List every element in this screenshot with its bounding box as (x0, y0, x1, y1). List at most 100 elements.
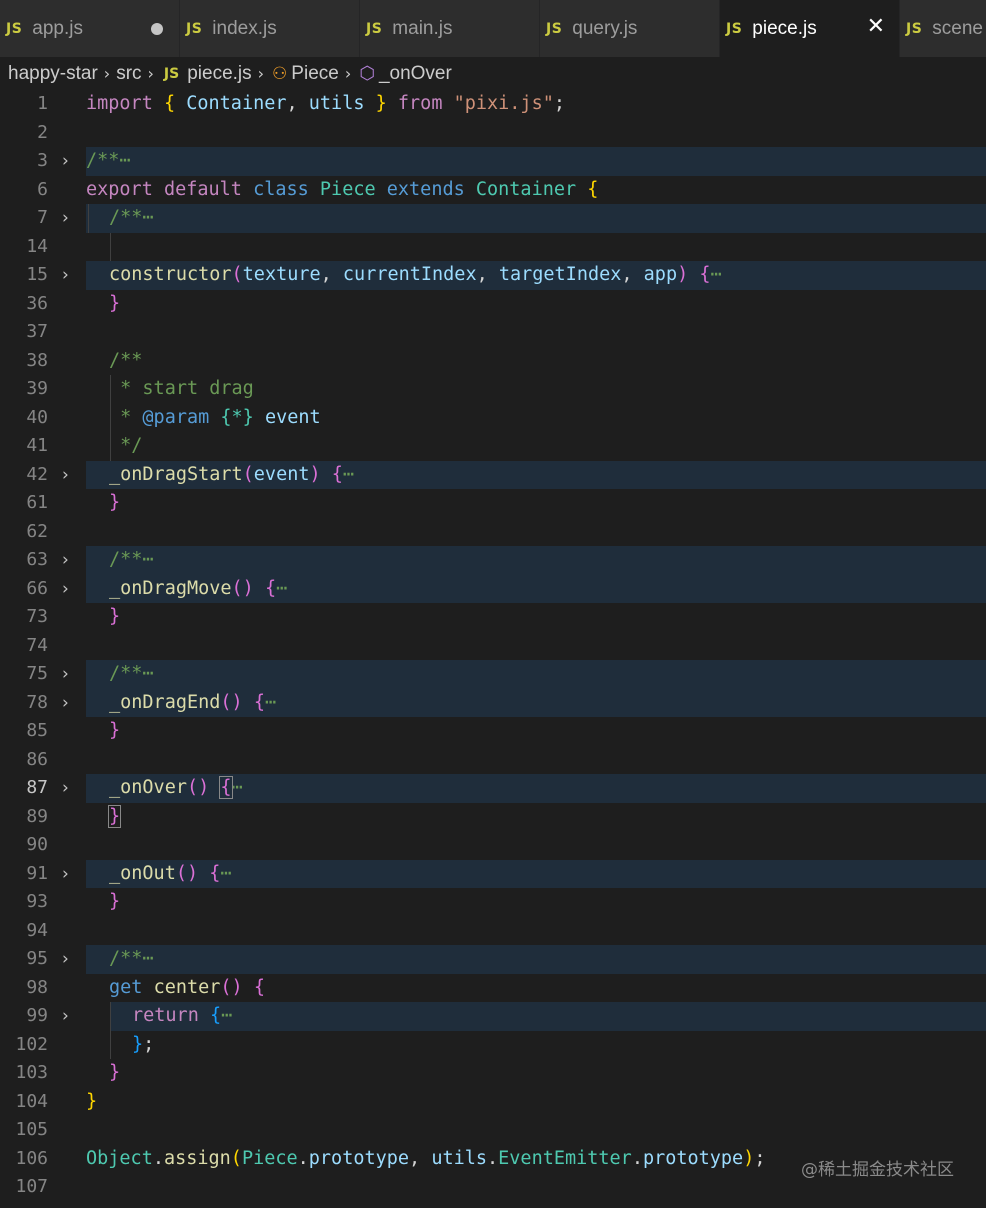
tab-main-js[interactable]: JS main.js (360, 0, 540, 57)
folded-region-highlight (86, 204, 986, 233)
tab-index-js[interactable]: JS index.js (180, 0, 360, 57)
keyword: class (253, 178, 309, 200)
keyword: return (132, 1005, 199, 1026)
code-line: 7 › /**⋯ (0, 204, 986, 233)
code-text[interactable]: } (107, 803, 122, 832)
tab-app-js[interactable]: JS app.js (0, 0, 180, 57)
code-text[interactable]: */ (109, 432, 142, 461)
chevron-right-icon[interactable]: › (62, 461, 69, 490)
editor-tab-bar: JS app.js JS index.js JS main.js JS quer… (0, 0, 986, 57)
parameter: texture (242, 264, 321, 285)
javascript-file-icon: JS (186, 20, 203, 37)
code-text[interactable]: _onOut() {⋯ (109, 860, 232, 889)
code-text[interactable]: /**⋯ (109, 546, 154, 575)
code-text[interactable]: /** (109, 347, 142, 376)
breadcrumb-class[interactable]: Piece (291, 63, 339, 85)
fold-ellipsis[interactable]: ⋯ (232, 777, 243, 798)
tab-piece-js[interactable]: JS piece.js ✕ (720, 0, 900, 57)
code-line: 14 (0, 232, 986, 261)
code-text[interactable]: get center() { (109, 974, 265, 1003)
fold-ellipsis[interactable]: ⋯ (220, 863, 231, 884)
line-number: 95 (26, 948, 48, 969)
javascript-file-icon: JS (163, 65, 180, 82)
chevron-right-icon[interactable]: › (62, 204, 69, 233)
code-line: 36 } (0, 290, 986, 319)
chevron-right-icon[interactable]: › (62, 575, 69, 604)
chevron-right-icon: › (344, 64, 352, 83)
chevron-right-icon[interactable]: › (62, 660, 69, 689)
close-icon[interactable]: ✕ (867, 14, 885, 40)
line-number: 94 (26, 919, 48, 941)
comment: /** (109, 207, 143, 228)
comment: /** (109, 948, 143, 969)
code-text[interactable]: * @param {*} event (109, 404, 321, 433)
javascript-file-icon: JS (366, 20, 383, 37)
line-number: 41 (26, 435, 48, 456)
breadcrumb-method[interactable]: _onOver (379, 63, 452, 85)
code-editor[interactable]: 1 import { Container, utils } from "pixi… (0, 90, 986, 1208)
comment: /** (109, 663, 143, 684)
bracket: } (132, 1033, 144, 1055)
code-text[interactable]: Object.assign(Piece.prototype, utils.Eve… (86, 1145, 765, 1174)
tab-query-js[interactable]: JS query.js (540, 0, 720, 57)
unsaved-dot-icon[interactable] (151, 23, 163, 35)
fold-ellipsis[interactable]: ⋯ (276, 578, 287, 599)
code-text[interactable]: /**⋯ (109, 660, 154, 689)
chevron-right-icon[interactable]: › (62, 147, 69, 176)
code-text[interactable]: } (109, 1059, 120, 1088)
code-line: 93 } (0, 888, 986, 917)
chevron-right-icon[interactable]: › (62, 261, 69, 290)
chevron-right-icon[interactable]: › (62, 546, 69, 575)
fold-ellipsis[interactable]: ⋯ (711, 264, 722, 285)
code-text[interactable]: }; (132, 1031, 154, 1060)
code-text[interactable]: * start drag (109, 375, 254, 404)
fold-ellipsis[interactable]: ⋯ (142, 207, 153, 228)
code-text[interactable]: return {⋯ (132, 1002, 232, 1031)
function-name: _onOut (109, 862, 176, 884)
code-text[interactable]: } (86, 1088, 97, 1117)
fold-ellipsis[interactable]: ⋯ (142, 948, 153, 969)
code-text[interactable]: _onDragStart(event) {⋯ (109, 461, 354, 490)
chevron-right-icon[interactable]: › (62, 860, 69, 889)
code-line: 42 › _onDragStart(event) {⋯ (0, 460, 986, 490)
fold-ellipsis[interactable]: ⋯ (343, 464, 354, 485)
fold-ellipsis[interactable]: ⋯ (142, 549, 153, 570)
code-text[interactable]: _onDragEnd() {⋯ (109, 689, 276, 718)
code-text[interactable]: export default class Piece extends Conta… (86, 176, 598, 205)
code-text[interactable]: import { Container, utils } from "pixi.j… (86, 90, 565, 119)
chevron-right-icon[interactable]: › (62, 774, 69, 803)
fold-ellipsis[interactable]: ⋯ (265, 692, 276, 713)
bracket: } (109, 606, 121, 627)
bracket: } (109, 292, 121, 314)
chevron-right-icon[interactable]: › (62, 1002, 69, 1031)
fold-ellipsis[interactable]: ⋯ (119, 150, 130, 171)
breadcrumb: happy-star › src › JS piece.js › ⚇ Piece… (0, 57, 986, 90)
chevron-right-icon[interactable]: › (62, 689, 69, 718)
tab-scene-js[interactable]: JS scene (900, 0, 986, 57)
code-line-current: 87 › _onOver() {⋯ (0, 774, 986, 803)
code-line: 38 /** (0, 347, 986, 376)
fold-ellipsis[interactable]: ⋯ (221, 1005, 232, 1026)
bracket: () (220, 691, 243, 713)
code-text[interactable]: } (109, 717, 120, 746)
code-text[interactable]: _onDragMove() {⋯ (109, 575, 287, 604)
code-text[interactable]: } (109, 603, 120, 632)
code-text[interactable]: /**⋯ (109, 945, 154, 974)
breadcrumb-src[interactable]: src (116, 63, 141, 85)
code-text[interactable]: _onOver() {⋯ (109, 774, 243, 803)
code-text[interactable]: constructor(texture, currentIndex, targe… (109, 261, 722, 290)
fold-ellipsis[interactable]: ⋯ (142, 663, 153, 684)
bracket: ( (242, 463, 254, 485)
code-text[interactable]: } (109, 489, 120, 518)
chevron-right-icon[interactable]: › (62, 945, 69, 974)
code-text[interactable]: /**⋯ (86, 147, 131, 176)
code-line: 104 } (0, 1088, 986, 1117)
breadcrumb-file[interactable]: piece.js (187, 63, 251, 85)
code-text[interactable]: } (109, 290, 120, 319)
keyword: get (109, 976, 143, 998)
code-text[interactable]: /**⋯ (109, 204, 154, 233)
breadcrumb-folder[interactable]: happy-star (8, 63, 98, 85)
code-text[interactable]: } (109, 888, 120, 917)
line-number: 7 (37, 207, 48, 228)
comment: /** (109, 549, 143, 570)
